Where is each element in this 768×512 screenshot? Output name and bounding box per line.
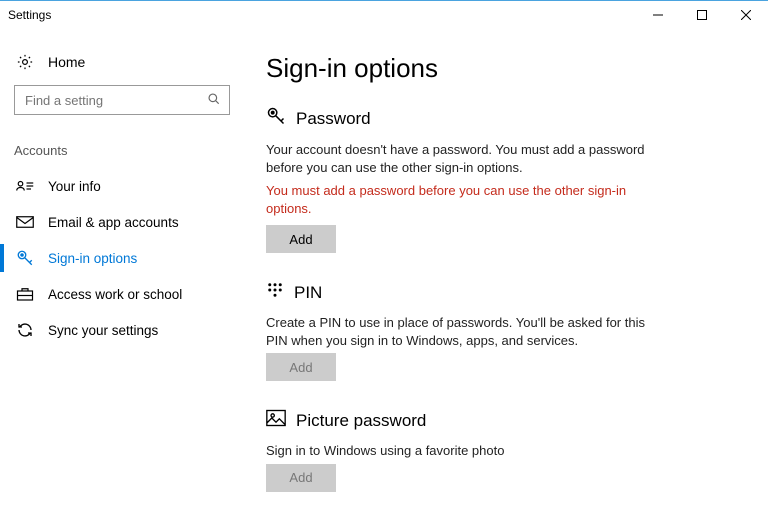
sidebar-item-label: Access work or school bbox=[48, 287, 182, 302]
password-add-button[interactable]: Add bbox=[266, 225, 336, 253]
search-icon bbox=[207, 92, 221, 109]
pin-desc: Create a PIN to use in place of password… bbox=[266, 314, 666, 349]
group-password: Password Your account doesn't have a pas… bbox=[266, 106, 666, 253]
keypad-icon bbox=[266, 281, 284, 304]
sidebar-item-label: Sign-in options bbox=[48, 251, 137, 266]
picture-desc: Sign in to Windows using a favorite phot… bbox=[266, 442, 666, 460]
home-nav[interactable]: Home bbox=[14, 49, 232, 85]
password-desc: Your account doesn't have a password. Yo… bbox=[266, 141, 666, 176]
key-icon bbox=[16, 249, 34, 267]
sidebar-item-label: Your info bbox=[48, 179, 101, 194]
section-label: Accounts bbox=[14, 143, 232, 158]
window-title: Settings bbox=[8, 8, 51, 22]
password-warning: You must add a password before you can u… bbox=[266, 182, 666, 217]
group-pin: PIN Create a PIN to use in place of pass… bbox=[266, 281, 666, 381]
main-content: Sign-in options Password Your account do… bbox=[246, 29, 768, 512]
key-icon bbox=[266, 106, 286, 131]
page-title: Sign-in options bbox=[266, 53, 738, 84]
sidebar: Home Accounts Your info Email & app bbox=[0, 29, 246, 512]
close-button[interactable] bbox=[724, 1, 768, 29]
sidebar-item-sync[interactable]: Sync your settings bbox=[14, 312, 232, 348]
group-picture: Picture password Sign in to Windows usin… bbox=[266, 409, 666, 492]
home-label: Home bbox=[48, 54, 85, 70]
person-card-icon bbox=[16, 177, 34, 195]
pin-add-button[interactable]: Add bbox=[266, 353, 336, 381]
group-heading: Password bbox=[296, 109, 371, 129]
mail-icon bbox=[16, 213, 34, 231]
sync-icon bbox=[16, 321, 34, 339]
search-input[interactable] bbox=[23, 92, 207, 109]
sidebar-item-label: Sync your settings bbox=[48, 323, 158, 338]
briefcase-icon bbox=[16, 285, 34, 303]
sidebar-item-email[interactable]: Email & app accounts bbox=[14, 204, 232, 240]
sidebar-item-label: Email & app accounts bbox=[48, 215, 179, 230]
minimize-button[interactable] bbox=[636, 1, 680, 29]
maximize-button[interactable] bbox=[680, 1, 724, 29]
group-heading: PIN bbox=[294, 283, 322, 303]
picture-icon bbox=[266, 409, 286, 432]
titlebar: Settings bbox=[0, 1, 768, 29]
gear-icon bbox=[16, 53, 34, 71]
picture-add-button[interactable]: Add bbox=[266, 464, 336, 492]
group-heading: Picture password bbox=[296, 411, 426, 431]
sidebar-item-work[interactable]: Access work or school bbox=[14, 276, 232, 312]
sidebar-item-signin[interactable]: Sign-in options bbox=[14, 240, 232, 276]
sidebar-item-your-info[interactable]: Your info bbox=[14, 168, 232, 204]
search-box[interactable] bbox=[14, 85, 230, 115]
